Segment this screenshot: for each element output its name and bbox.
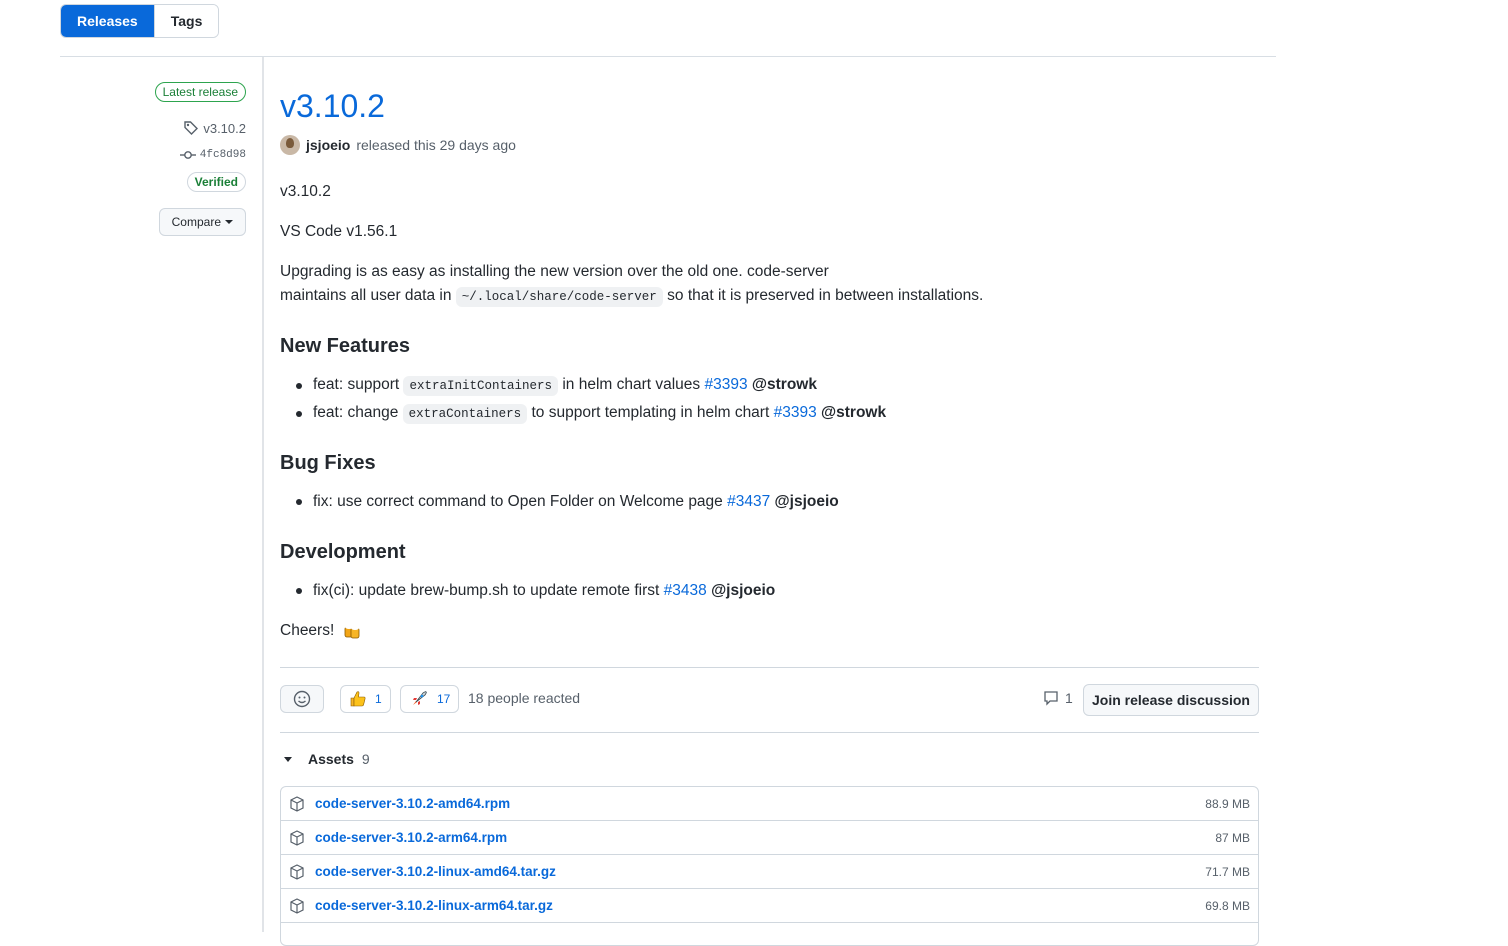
package-icon (290, 863, 304, 880)
upgrade-line-1: Upgrading is as easy as installing the n… (280, 263, 829, 280)
divider (280, 732, 1259, 733)
assets-label: Assets (308, 751, 354, 767)
package-icon (290, 829, 304, 846)
bf1-text: fix: use correct command to Open Folder … (313, 493, 723, 510)
thumbs-up-icon (350, 691, 366, 707)
assets-count: 9 (361, 751, 370, 767)
user-mention[interactable]: @jsjoeio (775, 493, 839, 510)
latest-release-badge: Latest release (154, 82, 246, 102)
user-mention[interactable]: @strowk (752, 376, 817, 393)
released-text: released this 29 days ago (356, 137, 516, 153)
bullet-dot (296, 588, 302, 594)
user-mention[interactable]: @jsjoeio (711, 582, 775, 599)
new-features-heading: New Features (280, 335, 411, 357)
asset-link[interactable]: code-server-3.10.2-amd64.rpm (315, 796, 1205, 811)
compare-label: Compare (171, 215, 221, 229)
rocket-reaction[interactable]: 17 (400, 685, 460, 713)
nf2-pre: feat: change (313, 404, 399, 421)
package-icon (290, 897, 304, 914)
commit-link[interactable]: 4fc8d98 (179, 147, 246, 163)
list-item: fix(ci): update brew-bump.sh to update r… (296, 579, 775, 603)
tab-releases[interactable]: Releases (61, 5, 154, 37)
assets-toggle[interactable]: Assets 9 (280, 751, 370, 767)
tag-link[interactable]: v3.10.2 (183, 120, 246, 136)
bullet-dot (296, 382, 302, 389)
asset-link[interactable]: code-server-3.10.2-linux-amd64.tar.gz (315, 864, 1205, 879)
item-text: feat: change extraContainers to support … (313, 401, 886, 426)
join-discussion-button[interactable]: Join release discussion (1083, 684, 1259, 716)
bullet-dot (296, 410, 302, 417)
comments-link[interactable]: 1 (1043, 690, 1073, 706)
assets-list: code-server-3.10.2-amd64.rpm 88.9 MB cod… (280, 786, 1259, 946)
header-divider (60, 56, 1276, 57)
asset-row: code-server-3.10.2-arm64.rpm 87 MB (281, 821, 1258, 855)
asset-size: 69.8 MB (1205, 898, 1250, 913)
compare-button[interactable]: Compare (158, 208, 246, 236)
pr-link[interactable]: #3393 (774, 404, 817, 421)
caret-down-icon (225, 220, 233, 224)
pr-link[interactable]: #3437 (727, 493, 770, 510)
thumbs-up-count: 1 (375, 692, 382, 706)
tag-label: v3.10.2 (203, 120, 246, 136)
comments-count: 1 (1065, 690, 1073, 706)
nf1-pre: feat: support (313, 376, 400, 393)
asset-row: code-server-3.10.2-linux-arm64.tar.gz 69… (281, 889, 1258, 923)
upgrade-line-2-post: so that it is preserved in between insta… (667, 287, 984, 304)
verified-badge[interactable]: Verified (186, 172, 246, 192)
avatar[interactable] (280, 135, 300, 155)
data-path-code: ~/.local/share/code-server (455, 287, 663, 307)
upgrade-line-2: maintains all user data in ~/.local/shar… (280, 284, 983, 309)
timeline-line (262, 57, 264, 932)
nf2-post: to support templating in helm chart (531, 404, 770, 421)
package-icon (290, 795, 304, 812)
releases-tags-tabs: Releases Tags (60, 4, 220, 38)
release-meta: jsjoeio released this 29 days ago (280, 134, 516, 156)
asset-link[interactable]: code-server-3.10.2-linux-arm64.tar.gz (315, 898, 1205, 913)
item-text: fix: use correct command to Open Folder … (313, 490, 839, 514)
asset-size: 71.7 MB (1205, 864, 1250, 879)
tab-tags[interactable]: Tags (153, 5, 219, 37)
divider (280, 667, 1259, 668)
pr-link[interactable]: #3438 (664, 582, 707, 599)
dv1-text: fix(ci): update brew-bump.sh to update r… (313, 582, 660, 599)
user-mention[interactable]: @strowk (821, 404, 886, 421)
nf1-code: extraInitContainers (403, 376, 559, 396)
upgrade-line-2-pre: maintains all user data in (280, 287, 452, 304)
vscode-version-text: VS Code v1.56.1 (280, 223, 398, 240)
version-text: v3.10.2 (280, 183, 331, 200)
list-item: feat: change extraContainers to support … (296, 401, 886, 426)
cheers-text: Cheers! (280, 622, 335, 639)
rocket-icon (413, 691, 427, 705)
pr-link[interactable]: #3393 (704, 376, 747, 393)
asset-link[interactable]: code-server-3.10.2-arm64.rpm (315, 830, 1215, 845)
author-link[interactable]: jsjoeio (306, 137, 350, 153)
smiley-icon (293, 690, 311, 708)
thumbs-up-reaction[interactable]: 1 (340, 685, 391, 713)
asset-row: code-server-3.10.2-linux-amd64.tar.gz 71… (281, 855, 1258, 889)
development-heading: Development (280, 541, 406, 563)
reaction-summary: 18 people reacted (468, 690, 581, 706)
triangle-down-icon (284, 756, 292, 762)
nf1-post: in helm chart values (562, 376, 701, 393)
upgrade-paragraph: Upgrading is as easy as installing the n… (280, 260, 983, 309)
commit-icon (179, 151, 196, 159)
rocket-count: 17 (437, 692, 451, 706)
bullet-dot (296, 499, 302, 505)
asset-size: 88.9 MB (1205, 796, 1250, 811)
asset-size: 87 MB (1215, 830, 1250, 845)
release-title[interactable]: v3.10.2 (280, 84, 385, 128)
tag-icon (184, 121, 199, 135)
comment-icon (1044, 691, 1058, 706)
item-text: fix(ci): update brew-bump.sh to update r… (313, 579, 775, 603)
item-text: feat: support extraInitContainers in hel… (313, 373, 817, 398)
bug-fixes-heading: Bug Fixes (280, 452, 376, 474)
nf2-code: extraContainers (402, 404, 528, 424)
list-item: fix: use correct command to Open Folder … (296, 490, 839, 514)
cheers-line: Cheers! (280, 619, 361, 643)
commit-hash: 4fc8d98 (199, 149, 246, 161)
list-item: feat: support extraInitContainers in hel… (296, 373, 817, 398)
beers-emoji-icon (344, 624, 359, 639)
asset-row: code-server-3.10.2-amd64.rpm 88.9 MB (281, 787, 1258, 821)
add-reaction-button[interactable] (280, 685, 324, 713)
